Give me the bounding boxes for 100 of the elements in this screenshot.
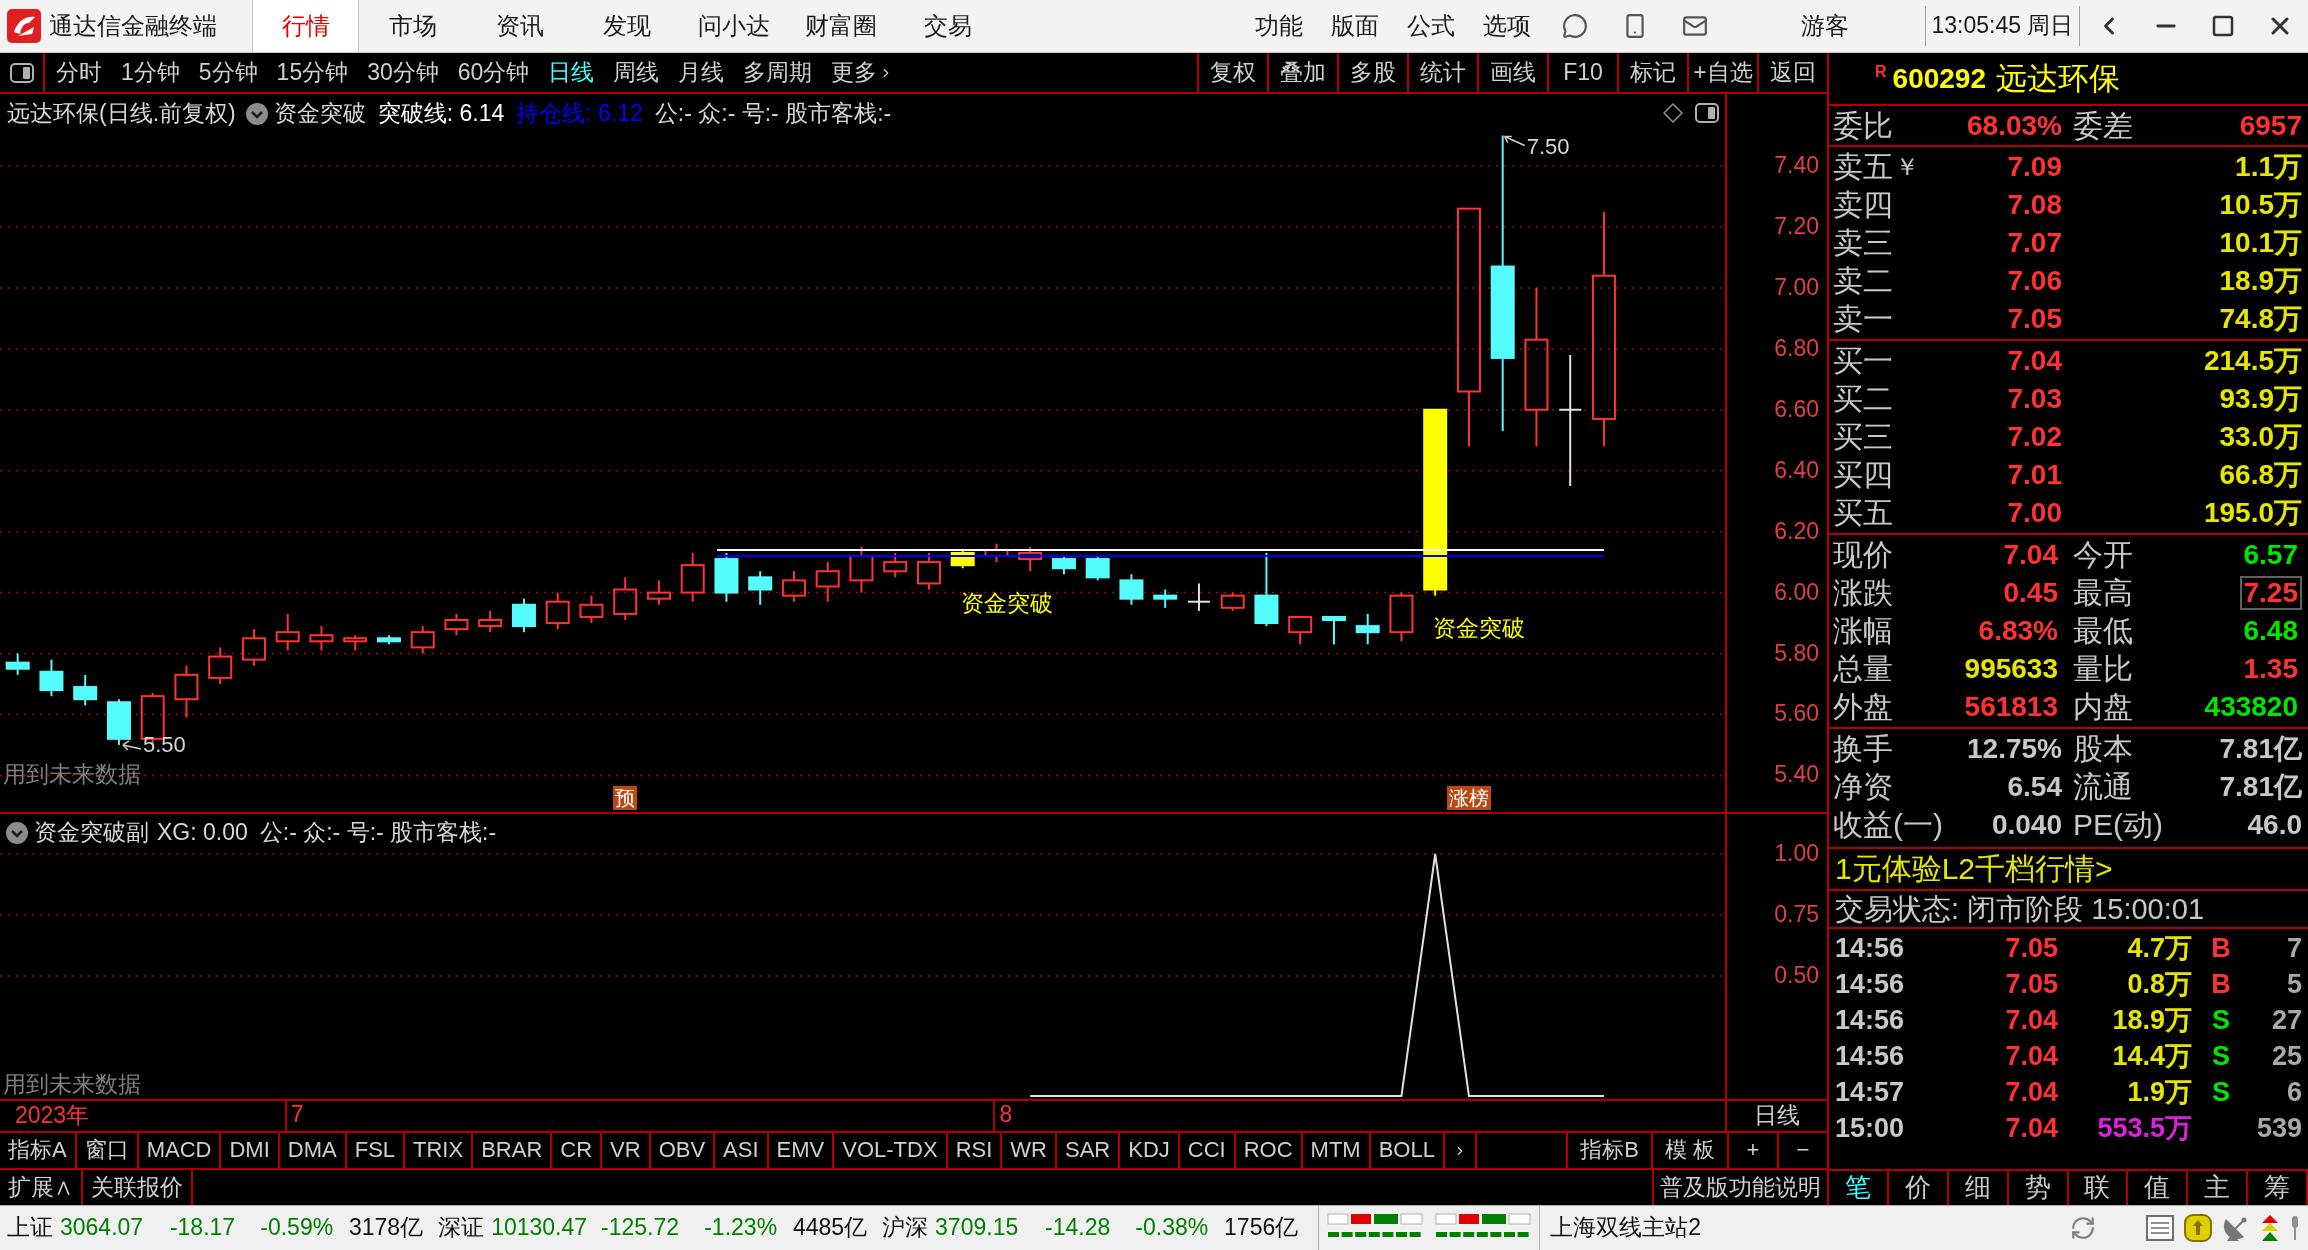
indicator-tab[interactable]: DMI — [221, 1133, 280, 1168]
user-name[interactable]: 游客 — [1801, 11, 1849, 41]
coin-icon[interactable] — [2184, 1214, 2212, 1242]
trade-count: 27 — [2270, 1003, 2302, 1037]
stat-label: PE(动) — [2073, 807, 2163, 843]
toolbar-button[interactable]: F10 — [1547, 53, 1617, 92]
nav-tab[interactable]: 发现 — [573, 0, 680, 52]
trade-side: S — [2211, 1039, 2231, 1073]
indicator-tab[interactable]: ASI — [715, 1133, 769, 1168]
candle — [781, 570, 806, 603]
period-tab[interactable]: 多周期 — [743, 58, 813, 87]
speech-bubble-icon[interactable] — [1562, 13, 1588, 39]
event-marker[interactable]: 预 — [613, 786, 638, 810]
refresh-icon[interactable] — [2070, 1215, 2096, 1241]
panel-toggle-icon[interactable] — [1695, 103, 1719, 123]
period-tab[interactable]: 月线 — [678, 58, 725, 87]
menu-item[interactable]: 版面 — [1317, 11, 1393, 41]
nav-tab[interactable]: 财富圈 — [787, 0, 894, 52]
nav-tab[interactable]: 资讯 — [466, 0, 573, 52]
stat-value: 0.45 — [2002, 578, 2059, 608]
nav-tab[interactable]: 交易 — [894, 0, 1001, 52]
stat-label: 总量 — [1833, 651, 1893, 687]
currency-mark[interactable]: ￥ — [1895, 152, 1919, 182]
indicator-tab[interactable]: SAR — [1056, 1133, 1121, 1168]
pin-icon[interactable] — [2290, 1215, 2300, 1241]
indicator-tab[interactable]: RSI — [947, 1133, 1003, 1168]
diamond-icon[interactable] — [1663, 103, 1683, 123]
panel-toggle-icon[interactable] — [9, 62, 34, 83]
indicator-tab[interactable]: EMV — [768, 1133, 835, 1168]
trade-volume: 1.9万 — [2126, 1075, 2192, 1109]
chevron-down-icon[interactable] — [6, 821, 28, 844]
candle — [646, 579, 671, 606]
stat-value: 6.48 — [2242, 616, 2299, 646]
upgrade-link[interactable]: 1元体验L2千档行情> — [1835, 851, 2113, 887]
period-tab[interactable]: 日线 — [548, 58, 595, 87]
indicator-tab[interactable]: 窗口 — [76, 1133, 139, 1168]
toolbar-button[interactable]: 标记 — [1617, 53, 1687, 92]
indicator-tab[interactable]: MACD — [138, 1133, 222, 1168]
period-tab[interactable]: 15分钟 — [276, 58, 349, 87]
period-tab[interactable]: 30分钟 — [367, 58, 439, 87]
indicator-tab[interactable]: BRAR — [473, 1133, 553, 1168]
menu-item[interactable]: 选项 — [1469, 11, 1545, 41]
mail-icon[interactable] — [1682, 13, 1708, 39]
nav-tab[interactable]: 市场 — [359, 0, 466, 52]
value-tick: 0.75 — [1774, 901, 1819, 929]
indicator-tab[interactable]: DMA — [279, 1133, 347, 1168]
more-menu[interactable]: 更多 — [831, 58, 894, 87]
period-tab[interactable]: 60分钟 — [457, 58, 530, 87]
menu-item[interactable]: 功能 — [1241, 11, 1317, 41]
indicator-tab[interactable]: KDJ — [1120, 1133, 1180, 1168]
stat-value: 995633 — [1963, 654, 2059, 684]
trade-price: 7.05 — [2005, 931, 2058, 965]
period-tab[interactable]: 分时 — [56, 58, 102, 87]
indicator-tab[interactable]: TRIX — [405, 1133, 474, 1168]
indicator-tab[interactable]: CR — [552, 1133, 603, 1168]
indicator-tab[interactable]: FSL — [346, 1133, 406, 1168]
indicator-tab[interactable]: BOLL — [1370, 1133, 1445, 1168]
toolbar-button[interactable]: +自选 — [1687, 53, 1757, 92]
signal-label: 资金突破 — [1433, 615, 1526, 643]
period-tab[interactable]: 周线 — [613, 58, 660, 87]
zoom-in-button[interactable]: + — [1727, 1133, 1777, 1168]
candle — [1288, 615, 1313, 646]
stat-value: 6.83% — [1977, 616, 2059, 646]
chevron-down-icon[interactable] — [245, 102, 268, 125]
maximize-icon[interactable] — [2210, 14, 2235, 38]
stacked-arrows-icon[interactable] — [2260, 1214, 2280, 1242]
period-tab[interactable]: 1分钟 — [121, 58, 180, 87]
toolbar-button[interactable]: 叠加 — [1267, 53, 1337, 92]
indicator-tab[interactable]: CCI — [1179, 1133, 1236, 1168]
nav-tab[interactable]: 问小达 — [680, 0, 787, 52]
order-price: 7.02 — [2007, 420, 2062, 454]
server-name[interactable]: 上海双线主站2 — [1550, 1214, 1701, 1242]
event-marker[interactable]: 涨榜 — [1446, 786, 1491, 810]
toolbar-button[interactable]: 统计 — [1407, 53, 1477, 92]
toolbar-button[interactable]: 多股 — [1337, 53, 1407, 92]
nav-tab[interactable]: 行情 — [252, 0, 359, 52]
month-label: 7 — [284, 1101, 304, 1131]
toolbar-button[interactable]: 画线 — [1477, 53, 1547, 92]
indicator-tab[interactable]: VOL-TDX — [834, 1133, 948, 1168]
index-value: 3064.07 — [60, 1214, 144, 1242]
notepad-icon[interactable] — [2146, 1215, 2174, 1241]
stat-value: 0.040 — [1991, 808, 2062, 842]
candle — [1220, 591, 1245, 612]
indicator-tab[interactable]: WR — [1002, 1133, 1057, 1168]
period-tab[interactable]: 5分钟 — [198, 58, 258, 87]
indicator-tab[interactable]: 指标A — [0, 1133, 77, 1168]
indicator-tab[interactable]: OBV — [650, 1133, 716, 1168]
indicator-tab[interactable]: 模 板 — [1650, 1133, 1727, 1168]
indicator-tab[interactable]: 指标B — [1566, 1133, 1651, 1168]
indicator-tab[interactable]: ROC — [1235, 1133, 1303, 1168]
candle — [950, 548, 975, 570]
candle — [1186, 582, 1211, 612]
indicator-tab[interactable]: MTM — [1302, 1133, 1371, 1168]
indicator-tab[interactable]: VR — [602, 1133, 651, 1168]
menu-item[interactable]: 公式 — [1393, 11, 1469, 41]
toolbar-button[interactable]: 复权 — [1197, 53, 1267, 92]
candle — [1153, 588, 1178, 609]
month-label: 8 — [993, 1101, 1013, 1131]
candle — [613, 576, 638, 621]
order-price: 7.08 — [2007, 188, 2062, 222]
